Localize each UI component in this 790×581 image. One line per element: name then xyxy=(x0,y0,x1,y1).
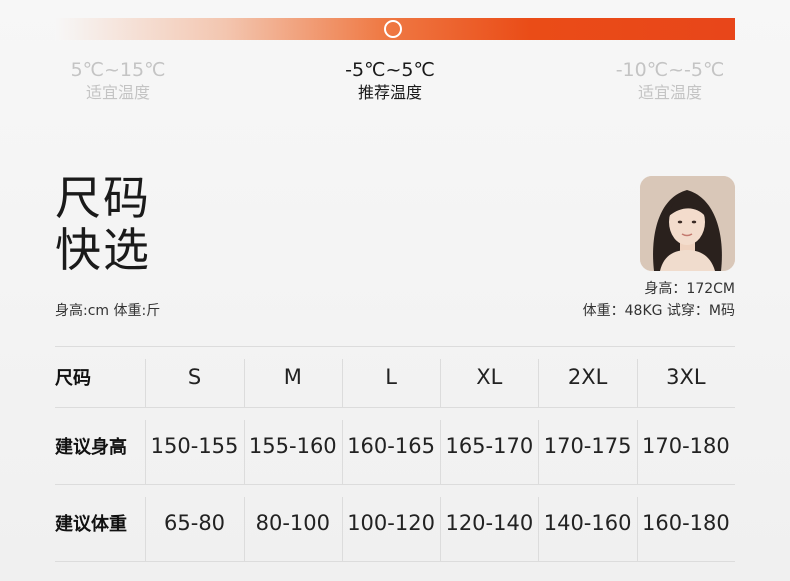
model-portrait-icon xyxy=(640,176,735,271)
size-s: S xyxy=(145,347,243,407)
size-m: M xyxy=(243,347,342,407)
page-title: 尺码 快选 xyxy=(55,172,151,276)
size-table: 尺码 S M L XL 2XL 3XL 建议身高 150-155 155-160… xyxy=(55,346,735,562)
height-cell: 155-160 xyxy=(243,408,342,484)
title-line-2: 快选 xyxy=(55,223,151,277)
height-cell: 160-165 xyxy=(341,408,440,484)
size-3xl: 3XL xyxy=(636,347,735,407)
model-details: 体重：48KG 试穿：M码 xyxy=(582,303,735,319)
temp-range-label: 适宜温度 xyxy=(85,83,150,102)
temp-range-value: -10℃~-5℃ xyxy=(615,59,725,81)
weight-cell: 160-180 xyxy=(636,485,735,561)
table-row: 建议体重 65-80 80-100 100-120 120-140 140-16… xyxy=(55,485,735,562)
temp-range-warm: 5℃~15℃ 适宜温度 xyxy=(28,58,208,104)
temp-range-label: 适宜温度 xyxy=(637,83,702,102)
row-label-weight: 建议体重 xyxy=(55,514,127,535)
size-table-header: 尺码 S M L XL 2XL 3XL xyxy=(55,347,735,408)
weight-cell: 80-100 xyxy=(243,485,342,561)
model-avatar xyxy=(640,176,735,271)
temperature-marker-icon xyxy=(384,20,402,38)
height-cell: 165-170 xyxy=(440,408,538,484)
temp-range-recommended: -5℃~5℃ 推荐温度 xyxy=(300,58,480,104)
temp-range-label: 推荐温度 xyxy=(357,83,422,102)
height-cell: 150-155 xyxy=(145,408,243,484)
title-line-1: 尺码 xyxy=(55,171,151,225)
height-cell: 170-175 xyxy=(538,408,636,484)
weight-cell: 140-160 xyxy=(538,485,636,561)
row-label-height: 建议身高 xyxy=(55,437,127,458)
temp-range-value: 5℃~15℃ xyxy=(70,59,166,81)
temp-range-cold: -10℃~-5℃ 适宜温度 xyxy=(580,58,760,104)
size-xl: XL xyxy=(440,347,538,407)
size-2xl: 2XL xyxy=(538,347,636,407)
size-l: L xyxy=(341,347,440,407)
model-info: 身高：172CM 体重：48KG 试穿：M码 xyxy=(583,278,735,322)
weight-cell: 65-80 xyxy=(145,485,243,561)
temp-range-value: -5℃~5℃ xyxy=(345,59,435,81)
model-height: 身高：172CM xyxy=(644,281,735,297)
units-note: 身高:cm 体重:斤 xyxy=(55,303,161,319)
height-cell: 170-180 xyxy=(636,408,735,484)
weight-cell: 120-140 xyxy=(440,485,538,561)
table-row: 建议身高 150-155 155-160 160-165 165-170 170… xyxy=(55,408,735,485)
header-label: 尺码 xyxy=(55,368,91,389)
weight-cell: 100-120 xyxy=(341,485,440,561)
